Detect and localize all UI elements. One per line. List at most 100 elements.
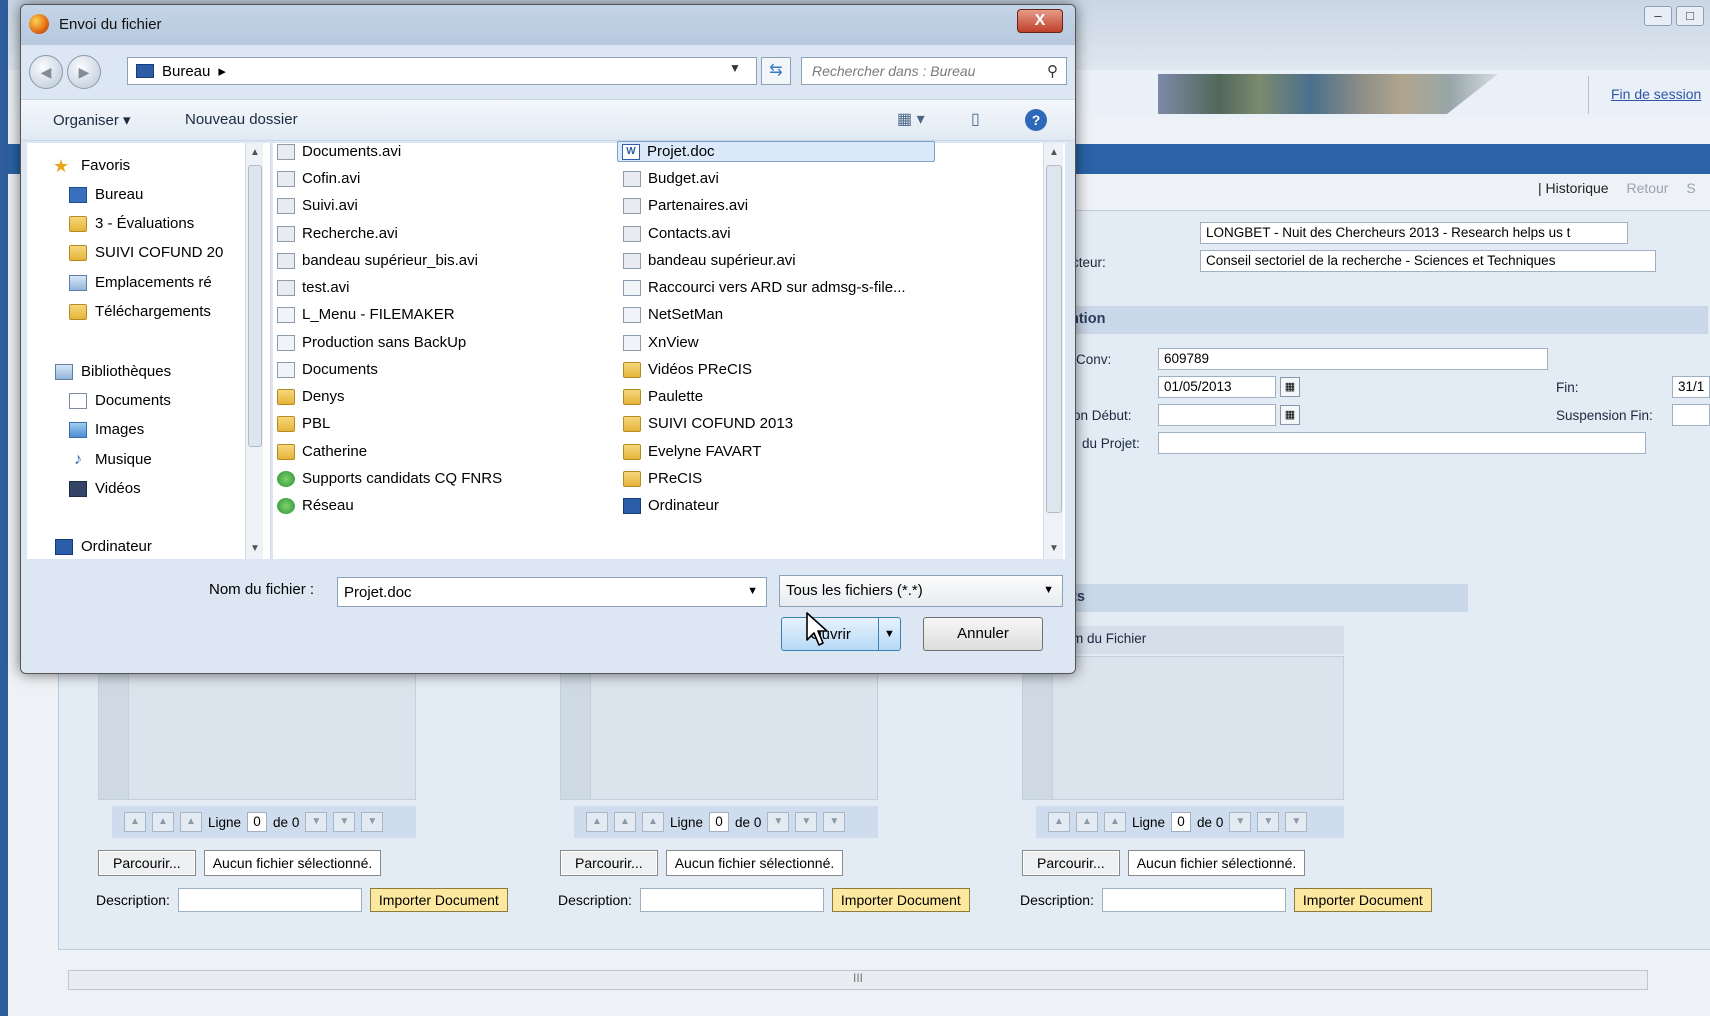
file-item[interactable]: Vidéos PReCIS <box>623 361 752 378</box>
file-item[interactable]: Denys <box>277 388 345 405</box>
nav-item-videos[interactable]: Vidéos <box>69 480 269 497</box>
last-page-icon[interactable]: ▼ <box>823 812 846 832</box>
chevron-down-icon[interactable]: ▼ <box>747 585 758 597</box>
file-item[interactable]: Supports candidats CQ FNRS <box>277 470 502 487</box>
file-item[interactable]: Documents <box>277 361 378 378</box>
description-input[interactable] <box>639 888 824 912</box>
first-page-icon[interactable]: ▲ <box>124 812 146 832</box>
browse-button[interactable]: Parcourir... <box>98 850 196 876</box>
file-item[interactable]: PBL <box>277 415 330 432</box>
scroll-down-icon[interactable]: ▼ <box>1044 543 1064 554</box>
file-item[interactable]: Cofin.avi <box>277 170 360 187</box>
date-fin-field[interactable]: 31/1 <box>1672 376 1710 398</box>
conv-field[interactable]: 609789 <box>1158 348 1548 370</box>
file-item[interactable]: Partenaires.avi <box>623 197 748 214</box>
secteur-select[interactable]: Conseil sectoriel de la recherche - Scie… <box>1200 250 1656 272</box>
nav-item-documents[interactable]: Documents <box>69 392 269 409</box>
refresh-icon[interactable]: ⇆ <box>761 57 791 85</box>
cancel-button[interactable]: Annuler <box>923 617 1043 651</box>
scrollbar-thumb[interactable] <box>1046 165 1062 513</box>
chevron-down-icon[interactable]: ▼ <box>1043 584 1054 596</box>
ligne-input[interactable]: 0 <box>247 812 268 832</box>
up-icon[interactable]: ▲ <box>642 812 664 832</box>
nav-item-bibliotheques[interactable]: Bibliothèques <box>55 363 255 380</box>
new-folder-button[interactable]: Nouveau dossier <box>185 111 298 128</box>
nav-item-ordinateur[interactable]: Ordinateur <box>55 538 255 555</box>
file-item[interactable]: XnView <box>623 334 699 351</box>
import-document-button[interactable]: Importer Document <box>831 888 970 912</box>
open-button[interactable]: Ouvrir ▼ <box>781 617 901 651</box>
search-icon[interactable]: ⚲ <box>1047 62 1058 80</box>
retour-link[interactable]: Retour <box>1626 180 1668 196</box>
last-page-icon[interactable]: ▼ <box>1285 812 1308 832</box>
ligne-input[interactable]: 0 <box>709 812 730 832</box>
file-item[interactable]: Ordinateur <box>623 497 719 514</box>
project-title-field[interactable]: LONGBET - Nuit des Chercheurs 2013 - Res… <box>1200 222 1628 244</box>
prev-page-icon[interactable]: ▲ <box>1076 812 1098 832</box>
preview-pane-icon[interactable]: ▯ <box>971 109 980 129</box>
breadcrumb-arrow-icon[interactable]: ▸ <box>218 62 226 80</box>
search-input[interactable]: Rechercher dans : Bureau ⚲ <box>801 57 1067 85</box>
date-debut-field[interactable]: 01/05/2013 <box>1158 376 1276 398</box>
file-item[interactable]: Catherine <box>277 443 367 460</box>
view-options-icon[interactable]: ▦ ▾ <box>897 109 925 129</box>
file-item[interactable]: Recherche.avi <box>277 225 398 242</box>
file-item[interactable]: Raccourci vers ARD sur admsg-s-file... <box>623 279 906 296</box>
nav-item-telechargements[interactable]: Téléchargements <box>69 303 249 320</box>
down-icon[interactable]: ▼ <box>1229 812 1252 832</box>
scroll-up-icon[interactable]: ▲ <box>246 147 264 158</box>
projet-field[interactable] <box>1158 432 1646 454</box>
up-icon[interactable]: ▲ <box>1104 812 1126 832</box>
browse-button[interactable]: Parcourir... <box>1022 850 1120 876</box>
file-item[interactable]: L_Menu - FILEMAKER <box>277 306 455 323</box>
nav-item-images[interactable]: Images <box>69 421 269 438</box>
open-split-arrow-icon[interactable]: ▼ <box>878 618 900 650</box>
file-item[interactable]: Suivi.avi <box>277 197 358 214</box>
historique-link[interactable]: | Historique <box>1538 180 1609 196</box>
first-page-icon[interactable]: ▲ <box>1048 812 1070 832</box>
import-document-button[interactable]: Importer Document <box>369 888 508 912</box>
next-page-icon[interactable]: ▼ <box>795 812 818 832</box>
address-dropdown-icon[interactable]: ▼ <box>729 61 741 75</box>
forward-button[interactable]: ▶ <box>67 55 101 89</box>
down-icon[interactable]: ▼ <box>767 812 790 832</box>
back-button[interactable]: ◀ <box>29 55 63 89</box>
file-item[interactable]: bandeau supérieur_bis.avi <box>277 252 478 269</box>
close-button[interactable]: X <box>1017 9 1063 33</box>
horizontal-scrollbar[interactable]: III <box>68 970 1648 990</box>
file-item[interactable]: test.avi <box>277 279 350 296</box>
file-item[interactable]: Evelyne FAVART <box>623 443 761 460</box>
description-input[interactable] <box>177 888 362 912</box>
description-input[interactable] <box>1101 888 1286 912</box>
prev-page-icon[interactable]: ▲ <box>614 812 636 832</box>
file-item[interactable]: Production sans BackUp <box>277 334 466 351</box>
scrollbar-thumb[interactable] <box>248 165 262 447</box>
organiser-button[interactable]: Organiser ▾ <box>53 111 131 129</box>
nav-item-evaluations[interactable]: 3 - Évaluations <box>69 215 269 232</box>
first-page-icon[interactable]: ▲ <box>586 812 608 832</box>
maximize-button[interactable]: □ <box>1676 6 1704 26</box>
nav-item-suivi-cofund[interactable]: SUIVI COFUND 20 <box>69 244 249 261</box>
file-item[interactable]: Réseau <box>277 497 354 514</box>
file-item[interactable]: bandeau supérieur.avi <box>623 252 796 269</box>
file-item[interactable]: NetSetMan <box>623 306 723 323</box>
filename-input[interactable]: Projet.doc ▼ <box>337 577 767 607</box>
navigation-scrollbar[interactable]: ▲ ▼ <box>245 143 263 559</box>
prev-page-icon[interactable]: ▲ <box>152 812 174 832</box>
up-icon[interactable]: ▲ <box>180 812 202 832</box>
file-item[interactable]: Paulette <box>623 388 703 405</box>
scroll-down-icon[interactable]: ▼ <box>246 543 264 554</box>
calendar-icon[interactable]: ▦ <box>1280 405 1300 425</box>
minimize-button[interactable]: – <box>1644 6 1672 26</box>
import-document-button[interactable]: Importer Document <box>1293 888 1432 912</box>
nav-s-link[interactable]: S <box>1686 180 1695 196</box>
browse-button[interactable]: Parcourir... <box>560 850 658 876</box>
file-item-selected[interactable]: W Projet.doc <box>617 141 935 162</box>
file-item[interactable]: SUIVI COFUND 2013 <box>623 415 793 432</box>
file-item[interactable]: Contacts.avi <box>623 225 731 242</box>
address-bar[interactable]: Bureau ▸ <box>127 57 757 85</box>
calendar-icon[interactable]: ▦ <box>1280 377 1300 397</box>
nav-item-musique[interactable]: ♪ Musique <box>69 451 269 468</box>
scroll-up-icon[interactable]: ▲ <box>1044 147 1064 158</box>
help-icon[interactable]: ? <box>1025 109 1047 131</box>
